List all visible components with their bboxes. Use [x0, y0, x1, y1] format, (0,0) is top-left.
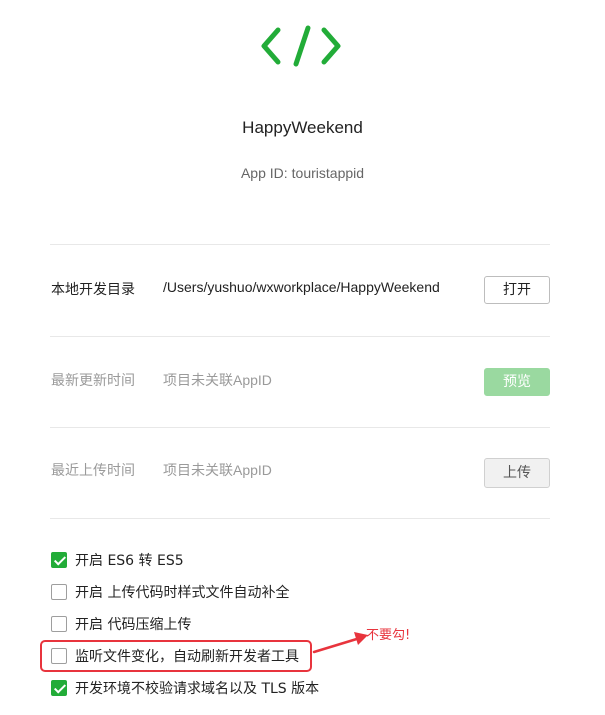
option-label: 开启 ES6 转 ES5 — [75, 553, 184, 569]
checkbox[interactable] — [51, 552, 67, 568]
option-skip-domain-check[interactable]: 开发环境不校验请求域名以及 TLS 版本 — [51, 679, 319, 697]
app-id-value: touristappid — [291, 165, 365, 181]
last-update-label: 最新更新时间 — [51, 372, 135, 388]
option-label: 开启 上传代码时样式文件自动补全 — [75, 585, 290, 601]
option-label: 开发环境不校验请求域名以及 TLS 版本 — [75, 681, 320, 697]
last-upload-label: 最近上传时间 — [51, 462, 135, 478]
preview-button[interactable]: 预览 — [484, 368, 550, 396]
last-upload-value: 项目未关联AppID — [163, 462, 272, 478]
divider — [50, 244, 550, 245]
last-update-value: 项目未关联AppID — [163, 372, 272, 388]
option-style-autocomplete[interactable]: 开启 上传代码时样式文件自动补全 — [51, 583, 289, 601]
checkbox[interactable] — [51, 584, 67, 600]
option-label: 开启 代码压缩上传 — [75, 617, 192, 633]
option-es6-to-es5[interactable]: 开启 ES6 转 ES5 — [51, 551, 184, 569]
app-name: HappyWeekend — [242, 118, 363, 137]
code-brackets-icon — [261, 25, 341, 67]
open-button[interactable]: 打开 — [484, 276, 550, 304]
local-dir-path: /Users/yushuo/wxworkplace/HappyWeekend — [163, 279, 440, 295]
app-id-label: App ID: — [240, 165, 288, 181]
option-minify-upload[interactable]: 开启 代码压缩上传 — [51, 615, 191, 633]
checkbox[interactable] — [51, 616, 67, 632]
upload-button[interactable]: 上传 — [484, 458, 550, 488]
checkbox[interactable] — [51, 680, 67, 696]
divider — [50, 518, 550, 519]
app-id: App ID: touristappid — [0, 165, 605, 181]
highlight-box — [40, 640, 312, 672]
arrow-icon — [312, 632, 368, 654]
annotation-text: 不要勾! — [366, 628, 411, 643]
divider — [50, 427, 550, 428]
divider — [50, 336, 550, 337]
local-dir-label: 本地开发目录 — [51, 281, 135, 297]
